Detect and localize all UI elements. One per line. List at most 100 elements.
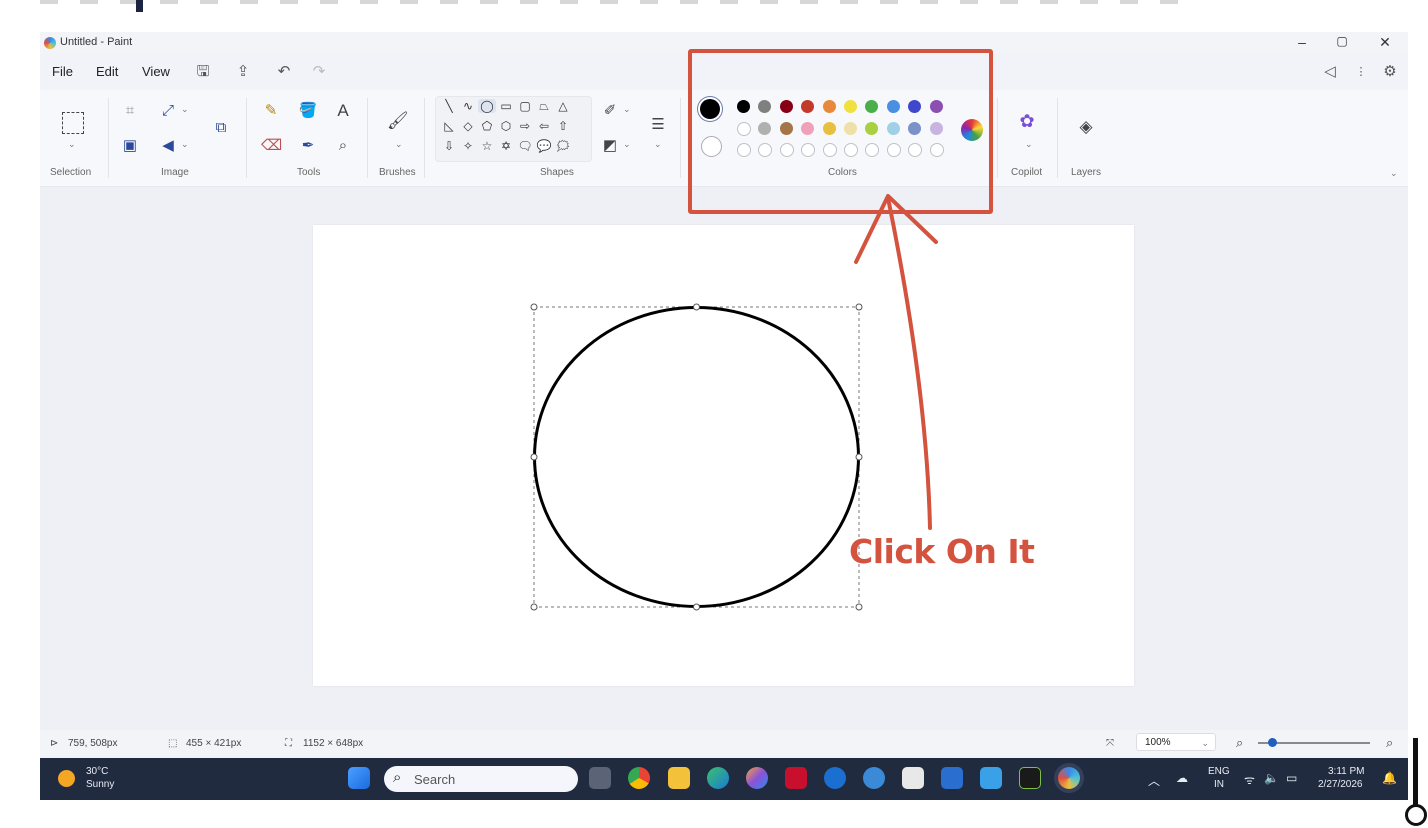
magnifier-icon[interactable]: ⌕ [333,137,353,155]
pentagon-shape-icon[interactable]: ⬠ [478,119,496,133]
more-icon[interactable]: ⋮ [1351,62,1371,82]
copilot-chevron-down-icon[interactable]: ⌄ [1025,139,1033,150]
menu-view[interactable]: View [142,64,170,79]
taskbar-search-box[interactable]: ⌕ Search [384,766,578,792]
resize-handle[interactable] [855,303,863,311]
wifi-icon[interactable]: ᯤ [1244,771,1255,788]
resize-handle[interactable] [530,453,538,461]
shapes-gallery[interactable]: ╲ ∿ ◯ ▭ ▢ ⏢ △ ◺ ◇ ⬠ ⬡ ⇨ ⇦ ⇧ ⇩ ✧ ☆ ✡ 🗨 💬 … [435,96,592,162]
up-arrow-shape-icon[interactable]: ⇧ [554,119,572,133]
save-icon[interactable]: 🖫 [193,62,213,82]
flip-icon[interactable]: ◀ [158,137,178,155]
right-arrow-shape-icon[interactable]: ⇨ [516,119,534,133]
resize-handle[interactable] [530,303,538,311]
notification-bell-icon[interactable]: 🔔 [1382,771,1397,785]
crop-icon[interactable]: ⌗ [120,102,140,120]
volume-icon[interactable]: 🔈 [1264,771,1279,785]
rounded-rectangle-shape-icon[interactable]: ▢ [516,99,534,113]
resize-handle[interactable] [693,603,700,611]
task-view-icon[interactable] [589,767,611,789]
brush-chevron-down-icon[interactable]: ⌄ [395,139,403,150]
resize-handle[interactable] [855,453,863,461]
background-removal-icon[interactable]: ⧉ [211,119,231,137]
resize-handle[interactable] [530,603,538,611]
pencil-icon[interactable]: ✎ [261,102,281,120]
hp-icon[interactable] [824,767,846,789]
selection-chevron-down-icon[interactable]: ⌄ [68,139,76,150]
right-triangle-shape-icon[interactable]: ◺ [440,119,458,133]
menu-file[interactable]: File [52,64,73,79]
line-shape-icon[interactable]: ╲ [440,99,458,113]
support-assistant-icon[interactable] [863,767,885,789]
weather-condition[interactable]: Sunny [86,779,114,791]
menu-edit[interactable]: Edit [96,64,118,79]
mail-icon[interactable] [941,767,963,789]
clock-date[interactable]: 2/27/2026 [1318,779,1363,791]
flip-chevron-down-icon[interactable]: ⌄ [181,139,189,150]
copilot-app-icon[interactable] [746,767,768,789]
size-chevron-down-icon[interactable]: ⌄ [654,139,662,150]
feedback-icon[interactable]: ◁ [1320,62,1340,82]
left-arrow-shape-icon[interactable]: ⇦ [535,119,553,133]
rect-callout-icon[interactable]: 🗨 [516,139,534,153]
maximize-button[interactable]: ▢ [1330,34,1354,48]
five-point-star-icon[interactable]: ☆ [478,139,496,153]
clock-time[interactable]: 3:11 PM [1328,766,1365,778]
selection-rectangle-icon[interactable] [62,112,84,134]
shape-fill-icon[interactable]: ◩ [600,137,620,155]
six-point-star-icon[interactable]: ✡ [497,139,515,153]
fill-bucket-icon[interactable]: 🪣 [298,102,318,120]
settings-gear-icon[interactable]: ⚙ [1380,62,1400,82]
copilot-icon[interactable]: ✿ [1017,112,1037,130]
zoom-in-icon[interactable]: ⌕ [1386,735,1393,751]
show-hidden-icons-chevron[interactable]: ︿ [1148,772,1160,789]
redo-icon[interactable]: ↷ [309,62,329,82]
weather-sun-icon[interactable] [58,770,75,787]
tool-app-icon[interactable] [1019,767,1041,789]
outline-icon[interactable]: ✐ [600,102,620,120]
image-adjust-icon[interactable]: ▣ [120,137,140,155]
mcafee-icon[interactable] [785,767,807,789]
layers-icon[interactable]: ◈ [1076,118,1096,136]
battery-icon[interactable]: ▭ [1286,771,1297,785]
rectangle-shape-icon[interactable]: ▭ [497,99,515,113]
fit-to-window-icon[interactable]: ⤧ [1106,738,1114,749]
oval-shape-icon[interactable]: ◯ [478,99,496,113]
zoom-out-icon[interactable]: ⌕ [1236,735,1243,751]
four-point-star-icon[interactable]: ✧ [459,139,477,153]
diamond-shape-icon[interactable]: ◇ [459,119,477,133]
eraser-icon[interactable]: ⌫ [261,137,282,155]
language-code[interactable]: ENG [1208,766,1230,778]
edge-icon[interactable] [707,767,729,789]
drawing-canvas[interactable] [313,225,1134,686]
share-icon[interactable]: ⇪ [233,62,253,82]
file-explorer-icon[interactable] [668,767,690,789]
resize-handle[interactable] [693,303,700,311]
resize-handle[interactable] [855,603,863,611]
close-button[interactable]: ✕ [1373,34,1397,51]
brush-icon[interactable]: 🖌 [387,112,409,130]
resize-chevron-down-icon[interactable]: ⌄ [181,104,189,115]
chrome-icon[interactable] [628,767,650,789]
store-icon[interactable] [902,767,924,789]
paint-taskbar-icon[interactable] [1058,767,1080,789]
language-region[interactable]: IN [1214,779,1224,791]
stroke-size-icon[interactable]: ☰ [648,116,668,134]
weather-temperature[interactable]: 30°C [86,766,108,778]
oval-callout-icon[interactable]: 💬 [535,139,553,153]
polygon-shape-icon[interactable]: ⏢ [535,99,553,114]
fill-chevron-down-icon[interactable]: ⌄ [623,139,631,150]
start-windows-icon[interactable] [348,767,370,789]
text-tool-icon[interactable]: A [333,102,353,120]
minimize-button[interactable]: – [1290,34,1314,50]
notepad-icon[interactable] [980,767,1002,789]
color-picker-tool-icon[interactable]: ✒ [298,137,318,155]
undo-icon[interactable]: ↶ [274,62,294,82]
hexagon-shape-icon[interactable]: ⬡ [497,119,515,133]
curve-shape-icon[interactable]: ∿ [459,99,477,113]
drawn-circle[interactable] [533,306,860,608]
resize-icon[interactable]: ⤢ [158,102,178,120]
ribbon-collapse-chevron-icon[interactable]: ⌄ [1390,168,1398,179]
triangle-shape-icon[interactable]: △ [554,99,572,113]
zoom-select[interactable]: 100% ⌄ [1136,733,1216,751]
